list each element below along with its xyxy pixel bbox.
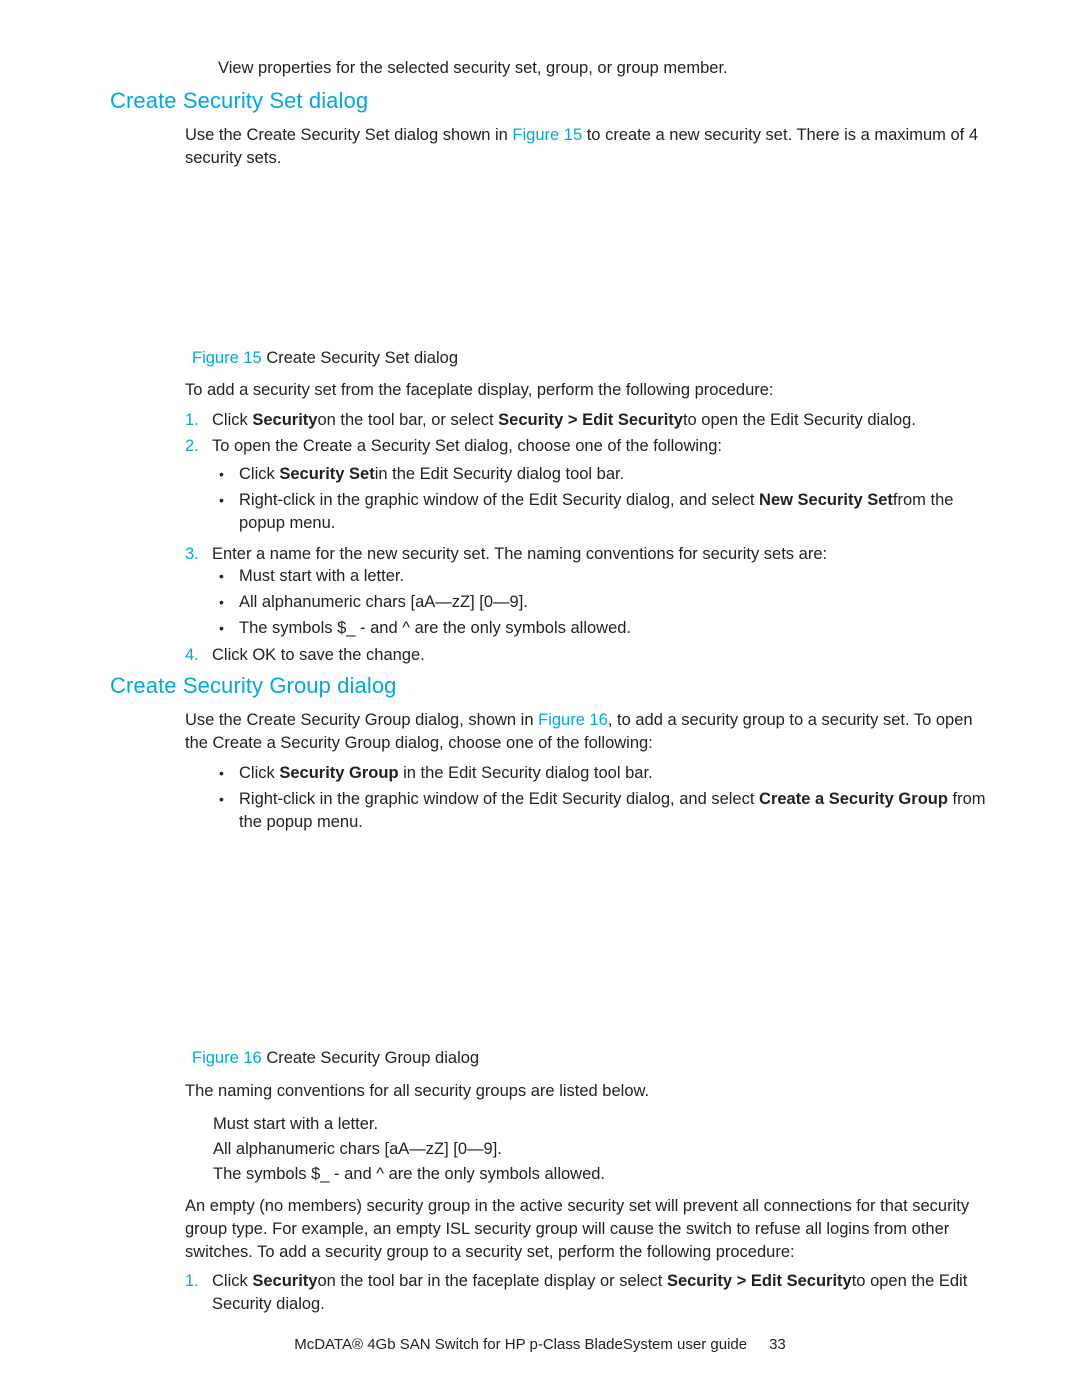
list-item-text: Click Securityon the tool bar in the fac…	[212, 1272, 967, 1313]
figure-16-caption: Figure 16 Create Security Group dialog	[192, 1047, 479, 1069]
section2-empty-group-paragraph: An empty (no members) security group in …	[185, 1197, 970, 1261]
list-number: 4.	[185, 646, 199, 664]
bullet-list-item: • Click Security Group in the Edit Secur…	[218, 762, 998, 785]
ui-term-create-a-security-group: Create a Security Group	[759, 790, 948, 808]
ordered-list-item: 2. To open the Create a Security Set dia…	[185, 435, 997, 458]
bullet-list-item: • Must start with a letter.	[218, 565, 998, 588]
section2-steps: 1. Click Securityon the tool bar in the …	[185, 1270, 997, 1319]
ordered-list-item: 1. Click Securityon the tool bar in the …	[185, 1270, 997, 1316]
ui-term-security: Security	[252, 411, 318, 429]
bullet-list-item: • The symbols $_ - and ^ are the only sy…	[218, 617, 998, 640]
page-heading-create-security-set: Create Security Set dialog	[110, 88, 369, 113]
bullet-dot-icon: •	[219, 791, 224, 807]
section2-naming-conventions: Must start with a letter. All alphanumer…	[213, 1112, 1003, 1187]
bullet-item-text: All alphanumeric chars [aA—zZ] [0—9].	[239, 593, 528, 611]
section1-steps-1-2: 1. Click Securityon the tool bar, or sel…	[185, 409, 997, 461]
bullet-item-text: The symbols $_ - and ^ are the only symb…	[239, 619, 632, 637]
bullet-list-item: • Click Security Setin the Edit Security…	[218, 463, 998, 486]
text-run: to open the Edit Security dialog.	[682, 411, 916, 429]
ui-term-security: Security	[252, 1272, 318, 1290]
list-number: 1.	[185, 1272, 199, 1290]
bullet-dot-icon: •	[219, 765, 224, 781]
bullet-item-text: Click Security Group in the Edit Securit…	[239, 764, 653, 782]
text-run: on the tool bar in the faceplate display…	[317, 1272, 667, 1290]
figure-16-title-text: Create Security Group dialog	[266, 1049, 480, 1067]
footer-page-number: 33	[769, 1336, 786, 1353]
figure-16-label: Figure 16	[192, 1049, 262, 1067]
list-item-text: Click OK to save the change.	[212, 646, 425, 664]
text-run: in the Edit Security dialog tool bar.	[398, 764, 653, 782]
text-run: Right-click in the graphic window of the…	[239, 491, 760, 509]
list-item-text: To open the Create a Security Set dialog…	[212, 437, 722, 455]
ui-term-new-security-set: New Security Set	[759, 491, 893, 509]
text-run: Click	[212, 1272, 253, 1290]
bullet-dot-icon: •	[219, 466, 224, 482]
section1-step2-bullets: • Click Security Setin the Edit Security…	[218, 463, 998, 538]
section2-intro-paragraph: Use the Create Security Group dialog, sh…	[185, 709, 995, 755]
figure-15-caption: Figure 15 Create Security Set dialog	[192, 347, 458, 369]
text-run: Click	[212, 411, 253, 429]
bullet-item-text: Right-click in the graphic window of the…	[239, 790, 986, 831]
footer-guide-title: McDATA® 4Gb SAN Switch for HP p-Class Bl…	[294, 1336, 748, 1353]
section1-procedure-lead: To add a security set from the faceplate…	[185, 381, 774, 399]
text-run: on the tool bar, or select	[317, 411, 499, 429]
ordered-list-item: 4. Click OK to save the change.	[185, 644, 997, 667]
figure-16-image-area	[185, 845, 995, 1035]
text-run: Click	[239, 764, 280, 782]
ui-term-security-group: Security Group	[279, 764, 399, 782]
list-item: Must start with a letter.	[213, 1115, 379, 1133]
section1-step3-bullets: • Must start with a letter. • All alphan…	[218, 565, 998, 643]
ordered-list-item: 1. Click Securityon the tool bar, or sel…	[185, 409, 997, 432]
bullet-list-item: • Right-click in the graphic window of t…	[218, 788, 998, 834]
bullet-dot-icon: •	[219, 620, 224, 636]
intro-text: View properties for the selected securit…	[218, 59, 728, 77]
list-item: The symbols $_ - and ^ are the only symb…	[213, 1165, 606, 1183]
list-item-text: Enter a name for the new security set. T…	[212, 545, 828, 563]
section2-bullets: • Click Security Group in the Edit Secur…	[218, 762, 998, 837]
bullet-list-item: • Right-click in the graphic window of t…	[218, 489, 998, 535]
ui-term-security-set: Security Set	[279, 465, 375, 483]
page-heading-create-security-group: Create Security Group dialog	[110, 673, 397, 698]
paragraph-text-before-link: Use the Create Security Group dialog, sh…	[185, 711, 539, 729]
text-run: Right-click in the graphic window of the…	[239, 790, 760, 808]
figure-15-image-area	[185, 178, 995, 338]
section2-conventions-lead: The naming conventions for all security …	[185, 1082, 650, 1100]
list-item: All alphanumeric chars [aA—zZ] [0—9].	[213, 1140, 502, 1158]
list-number: 1.	[185, 411, 199, 429]
document-page: View properties for the selected securit…	[0, 0, 1080, 1397]
list-number: 2.	[185, 437, 199, 455]
bullet-item-text: Click Security Setin the Edit Security d…	[239, 465, 624, 483]
ordered-list-item: 3. Enter a name for the new security set…	[185, 543, 997, 566]
bullet-list-item: • All alphanumeric chars [aA—zZ] [0—9].	[218, 591, 998, 614]
ui-term-security-edit-security: Security > Edit Security	[498, 411, 683, 429]
bullet-item-text: Must start with a letter.	[239, 567, 405, 585]
section1-step-4: 4. Click OK to save the change.	[185, 644, 997, 670]
text-run: Click	[239, 465, 280, 483]
list-item-text: Click Securityon the tool bar, or select…	[212, 411, 916, 429]
bullet-dot-icon: •	[219, 568, 224, 584]
bullet-dot-icon: •	[219, 594, 224, 610]
figure-15-title-text: Create Security Set dialog	[266, 349, 458, 367]
bullet-dot-icon: •	[219, 492, 224, 508]
ui-term-security-edit-security: Security > Edit Security	[666, 1272, 852, 1290]
bullet-item-text: Right-click in the graphic window of the…	[239, 491, 953, 532]
section1-intro-paragraph: Use the Create Security Set dialog shown…	[185, 124, 995, 170]
figure-15-label: Figure 15	[192, 349, 262, 367]
figure-16-cross-reference-link[interactable]: Figure 16	[538, 711, 608, 729]
figure-15-cross-reference-link[interactable]: Figure 15	[512, 126, 582, 144]
paragraph-text-before-link: Use the Create Security Set dialog shown…	[185, 126, 513, 144]
text-run: in the Edit Security dialog tool bar.	[374, 465, 625, 483]
page-footer: McDATA® 4Gb SAN Switch for HP p-Class Bl…	[0, 1335, 1080, 1355]
list-number: 3.	[185, 545, 199, 563]
